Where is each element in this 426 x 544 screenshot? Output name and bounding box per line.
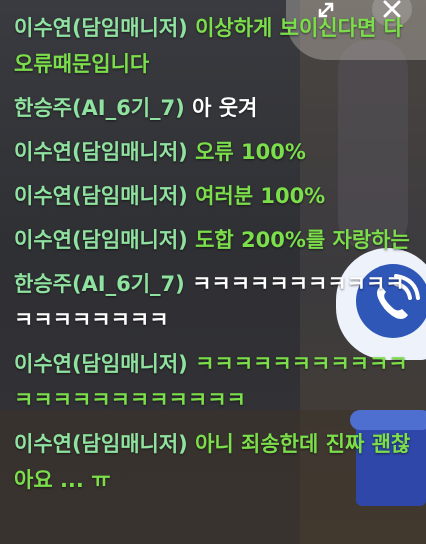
chat-message-text: 여러분 100% — [195, 184, 326, 208]
chat-message: 이수연(담임매니저) 오류 100% — [14, 134, 414, 170]
chat-message: 이수연(담임매니저) 이상하게 보이신다면 다 오류때문입니다 — [14, 10, 414, 82]
chat-sender-name[interactable]: 이수연(담임매니저) — [14, 140, 188, 164]
chat-sender-name[interactable]: 이수연(담임매니저) — [14, 228, 188, 252]
chat-message-list: 이수연(담임매니저) 이상하게 보이신다면 다 오류때문입니다한승주(AI_6기… — [14, 10, 414, 506]
chat-message: 이수연(담임매니저) 도합 200%를 자랑하는 — [14, 222, 414, 258]
chat-message-text: 아 웃겨 — [192, 96, 258, 120]
chat-sender-name[interactable]: 한승주(AI_6기_7) — [14, 272, 185, 296]
chat-message: 이수연(담임매니저) 여러분 100% — [14, 178, 414, 214]
chat-message: 한승주(AI_6기_7) ㅋㅋㅋㅋㅋㅋㅋㅋㅋㅋㅋㅋㅋㅋㅋㅋㅋㅋㅋ — [14, 266, 414, 338]
chat-message: 이수연(담임매니저) 아니 죄송한데 진짜 괜찮아요 ... ㅠ — [14, 426, 414, 498]
chat-sender-name[interactable]: 이수연(담임매니저) — [14, 432, 188, 456]
chat-sender-name[interactable]: 이수연(담임매니저) — [14, 184, 188, 208]
chat-sender-name[interactable]: 한승주(AI_6기_7) — [14, 96, 185, 120]
chat-sender-name[interactable]: 이수연(담임매니저) — [14, 16, 188, 40]
chat-message: 한승주(AI_6기_7) 아 웃겨 — [14, 90, 414, 126]
chat-message-text: 도합 200%를 자랑하는 — [195, 228, 410, 252]
chat-message: 이수연(담임매니저) ㅋㅋㅋㅋㅋㅋㅋㅋㅋㅋㅋㅋㅋㅋㅋㅋㅋㅋㅋㅋㅋㅋㅋ — [14, 346, 414, 418]
chat-message-text: 오류 100% — [195, 140, 306, 164]
chat-sender-name[interactable]: 이수연(담임매니저) — [14, 352, 188, 376]
